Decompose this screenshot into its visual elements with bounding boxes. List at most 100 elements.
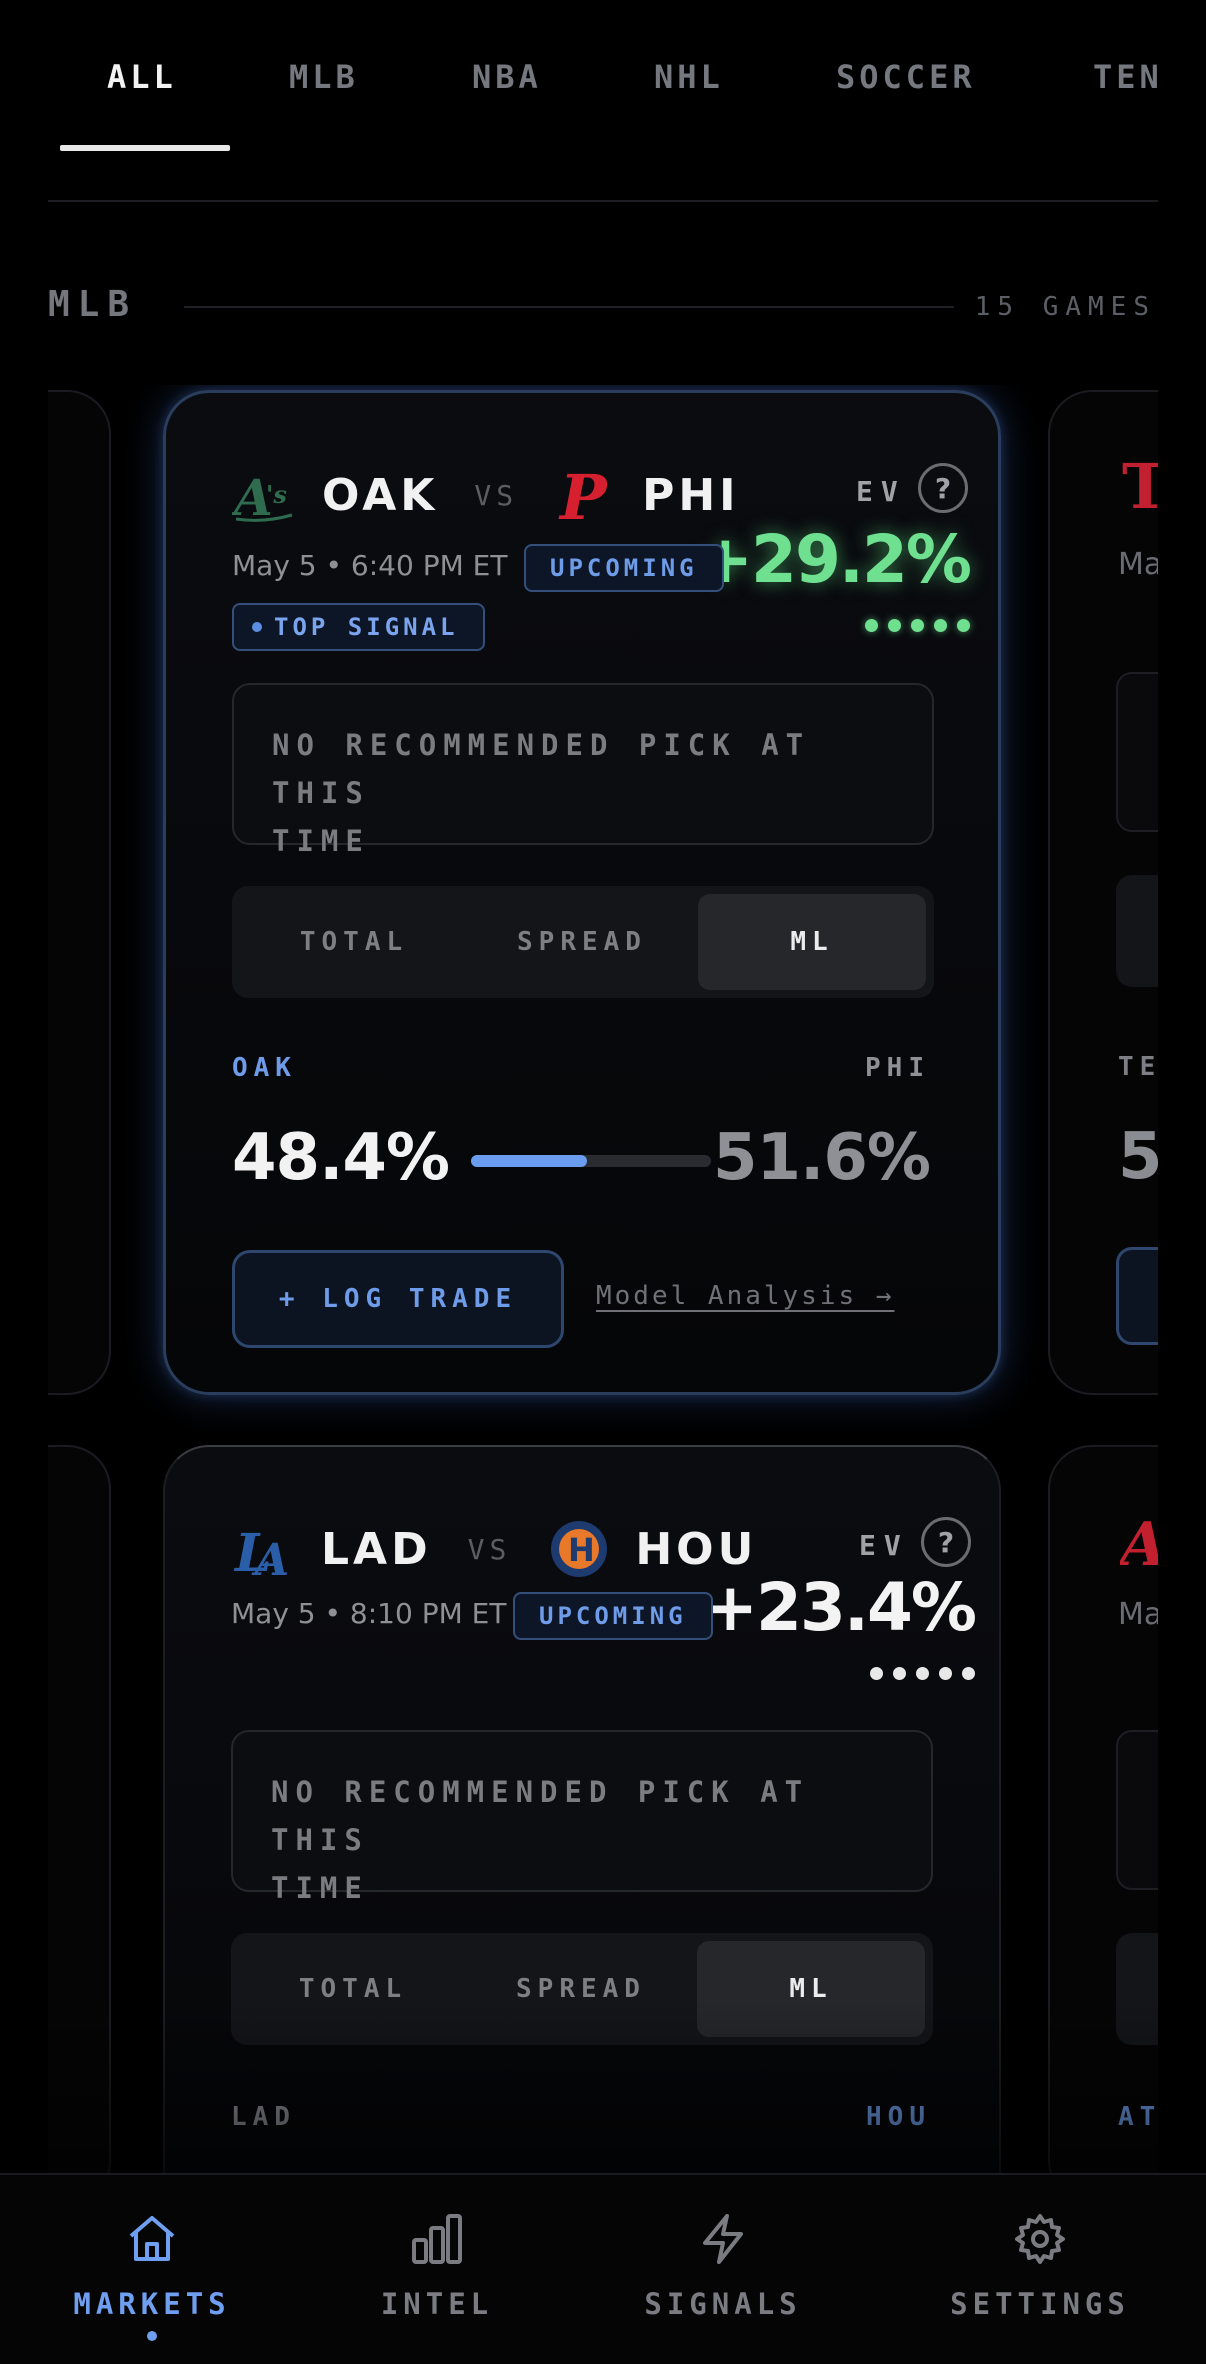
nav-label: SIGNALS [644, 2287, 802, 2321]
signal-strength [865, 619, 970, 632]
ev-value: +23.4% [702, 1569, 977, 1646]
market-spread[interactable]: SPREAD [467, 1941, 695, 2037]
vs-label: VS [474, 478, 519, 512]
strength-dot [962, 1667, 975, 1680]
strength-dot [957, 619, 970, 632]
split-away-label: LAD [231, 2102, 296, 2132]
nav-intel[interactable]: INTEL [327, 2209, 547, 2321]
away-team: LAD [321, 1523, 432, 1575]
market-ml[interactable]: ML [698, 894, 926, 990]
game-card[interactable]: L A LAD VS H HOU EV ? +23.4% May 5 • 8:1… [163, 1445, 1001, 2175]
no-pick-line: TIME [271, 1871, 369, 1905]
svg-text:T: T [1122, 458, 1158, 518]
nav-label: MARKETS [73, 2287, 231, 2321]
braves-logo-icon: A [1120, 1515, 1158, 1575]
signal-strength [870, 1667, 975, 1680]
game-card[interactable]: A 's OAK VS P PHI EV ? +29.2% May 5 • 6:… [163, 390, 1001, 1395]
status-badge: UPCOMING [524, 544, 724, 592]
dodgers-logo-icon: L A [231, 1517, 295, 1581]
market-toggle: TOTAL SPREAD ML [232, 886, 934, 998]
market-spread[interactable]: SPREAD [468, 894, 696, 990]
strength-dot [893, 1667, 906, 1680]
previous-card-peek[interactable] [48, 390, 111, 1395]
no-pick-message: NO RECOMMENDED PICK AT THIS TIME [232, 683, 934, 858]
next-card-time: Ma [1118, 547, 1158, 582]
nav-label: SETTINGS [950, 2287, 1130, 2321]
home-team: PHI [642, 469, 740, 521]
strength-dot [934, 619, 947, 632]
no-pick-line: NO RECOMMENDED PICK AT THIS [272, 728, 811, 810]
top-signal-badge: TOP SIGNAL [232, 603, 485, 651]
previous-card-peek[interactable] [48, 1445, 111, 2175]
tab-nba[interactable]: NBA [472, 58, 542, 96]
svg-text:H: H [568, 1531, 595, 1569]
game-time: May 5 • 6:40 PM ET [232, 549, 508, 582]
tab-tennis[interactable]: TEN [1093, 58, 1158, 96]
split-home-label: PHI [865, 1053, 930, 1083]
games-carousel[interactable]: T Ma TE 5 A Ma AT A 's OAK VS [48, 385, 1158, 2175]
tab-soccer[interactable]: SOCCER [836, 58, 976, 96]
bar-chart-icon [407, 2209, 467, 2269]
svg-text:P: P [558, 463, 609, 527]
ev-label: EV [856, 475, 906, 508]
split-away-label: OAK [232, 1053, 297, 1083]
strength-dot [916, 1667, 929, 1680]
next-card-market-toggle [1116, 1933, 1158, 2045]
away-team: OAK [322, 469, 439, 521]
market-ml[interactable]: ML [697, 1941, 925, 2037]
home-team: HOU [635, 1523, 758, 1575]
ev-label: EV [859, 1529, 909, 1562]
next-card-peek[interactable]: A Ma AT [1048, 1445, 1158, 2175]
home-probability: 51.6% [712, 1121, 931, 1195]
gear-icon [1010, 2209, 1070, 2269]
lightning-icon [693, 2209, 753, 2269]
tab-mlb[interactable]: MLB [289, 58, 359, 96]
game-time: May 5 • 8:10 PM ET [231, 1597, 507, 1630]
strength-dot [870, 1667, 883, 1680]
games-count: 15 GAMES [974, 292, 1156, 322]
no-pick-line: TIME [272, 824, 370, 858]
matchup: A 's OAK VS P PHI [232, 463, 740, 527]
ev-value: +29.2% [697, 521, 972, 598]
bottom-nav: MARKETS INTEL SIGNALS SETTINGS [0, 2173, 1206, 2364]
ev-help-icon[interactable]: ? [918, 463, 968, 513]
status-badge: UPCOMING [513, 1592, 713, 1640]
next-card-split-label: AT [1118, 2102, 1158, 2132]
market-total[interactable]: TOTAL [240, 894, 468, 990]
probability-bar [471, 1155, 711, 1167]
nav-markets[interactable]: MARKETS [42, 2209, 262, 2341]
split-home-label: HOU [866, 2102, 931, 2132]
matchup: L A LAD VS H HOU [231, 1517, 757, 1581]
section-title: MLB [48, 284, 138, 325]
away-probability: 48.4% [232, 1121, 450, 1195]
home-icon [122, 2209, 182, 2269]
tab-nhl[interactable]: NHL [654, 58, 724, 96]
strength-dot [888, 619, 901, 632]
next-card-peek[interactable]: T Ma TE 5 [1048, 390, 1158, 1395]
active-nav-dot [147, 2331, 157, 2341]
tab-all[interactable]: ALL [107, 58, 177, 96]
market-total[interactable]: TOTAL [239, 1941, 467, 2037]
next-card-market-toggle [1116, 875, 1158, 987]
strength-dot [911, 619, 924, 632]
strength-dot [865, 619, 878, 632]
strength-dot [939, 1667, 952, 1680]
sport-tabs: ALL MLB NBA NHL SOCCER TEN [48, 0, 1158, 202]
top-signal-label: TOP SIGNAL [274, 613, 459, 641]
signal-dot-icon [252, 622, 262, 632]
next-card-time: Ma [1118, 1597, 1158, 1632]
athletics-logo-icon: A 's [232, 463, 296, 527]
log-trade-button[interactable]: + LOG TRADE [232, 1250, 564, 1348]
model-analysis-link[interactable]: Model Analysis → [596, 1281, 894, 1311]
next-card-no-pick [1116, 1730, 1158, 1890]
nav-signals[interactable]: SIGNALS [613, 2209, 833, 2321]
ev-help-icon[interactable]: ? [921, 1517, 971, 1567]
next-card-pct: 5 [1118, 1120, 1158, 1194]
phillies-logo-icon: P [554, 463, 618, 527]
astros-logo-icon: H [547, 1517, 611, 1581]
no-pick-message: NO RECOMMENDED PICK AT THIS TIME [231, 1730, 933, 1905]
nav-settings[interactable]: SETTINGS [930, 2209, 1150, 2321]
next-card-log-trade [1116, 1247, 1158, 1345]
vs-label: VS [467, 1532, 512, 1566]
no-pick-line: NO RECOMMENDED PICK AT THIS [271, 1775, 810, 1857]
